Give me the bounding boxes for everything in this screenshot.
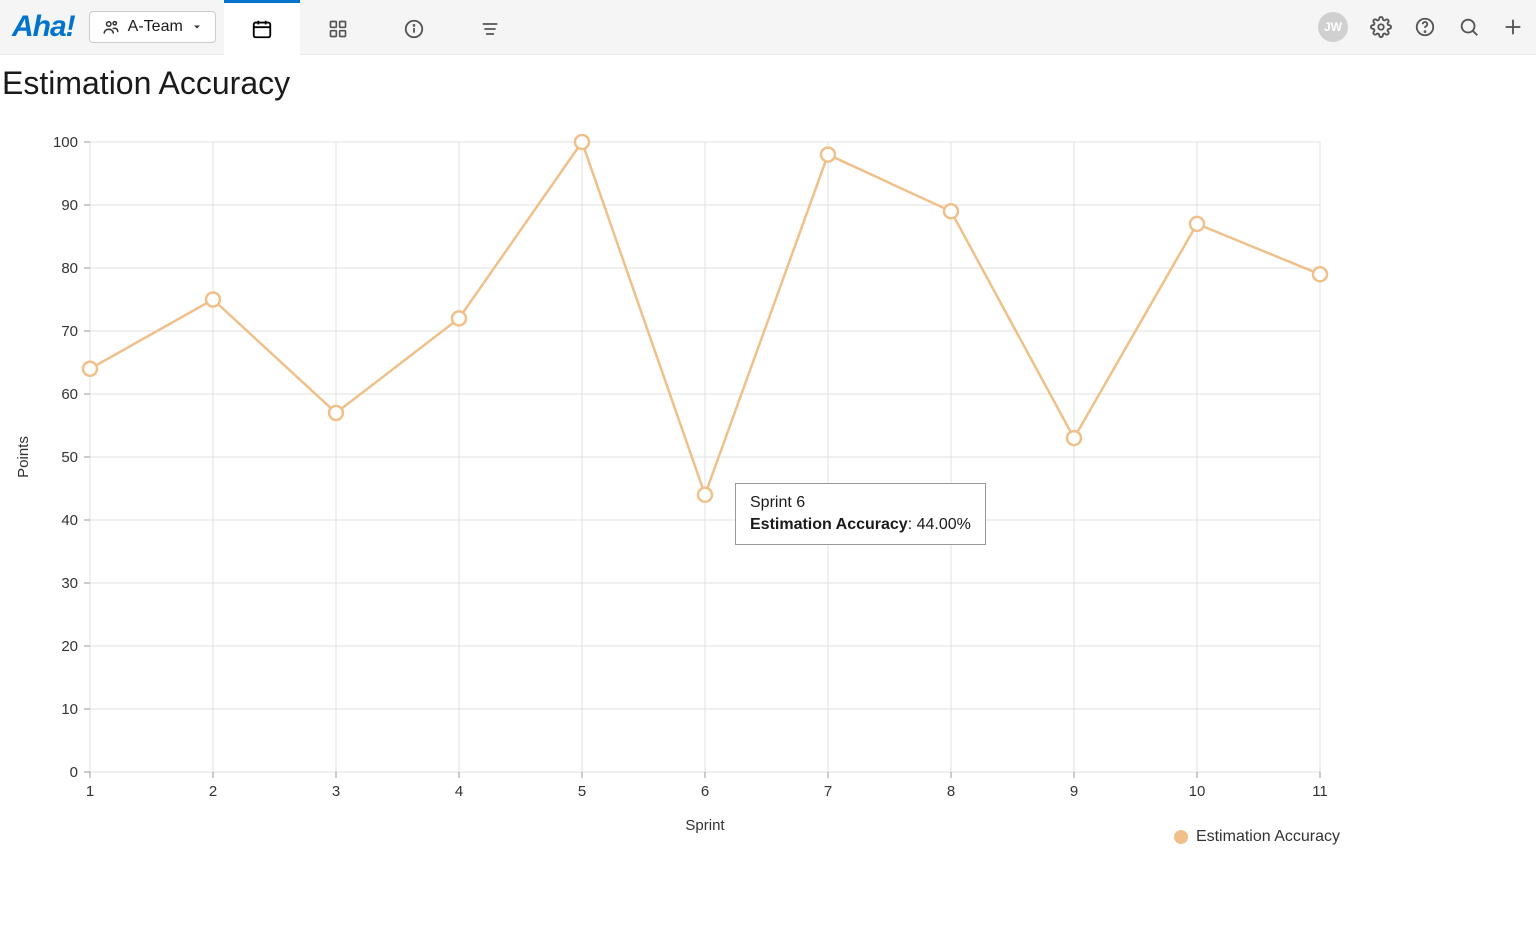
info-icon — [403, 18, 425, 40]
svg-text:90: 90 — [61, 197, 78, 214]
svg-text:6: 6 — [701, 783, 709, 800]
legend-swatch-icon — [1174, 830, 1188, 844]
team-switcher[interactable]: A-Team — [89, 11, 216, 43]
svg-text:80: 80 — [61, 260, 78, 277]
svg-text:30: 30 — [61, 575, 78, 592]
settings-icon[interactable] — [1370, 16, 1392, 38]
svg-text:100: 100 — [53, 134, 78, 151]
svg-text:Points: Points — [15, 436, 32, 478]
toolbar-right: JW — [1318, 12, 1524, 42]
svg-text:9: 9 — [1070, 783, 1078, 800]
search-icon[interactable] — [1458, 16, 1480, 38]
brand-logo: Aha! — [12, 10, 75, 44]
svg-text:0: 0 — [70, 764, 78, 781]
nav-tabs — [224, 0, 528, 55]
caret-down-icon — [191, 21, 203, 33]
nav-reports[interactable] — [452, 0, 528, 55]
team-icon — [102, 18, 120, 36]
legend-series-label: Estimation Accuracy — [1196, 828, 1340, 846]
team-switcher-label: A-Team — [128, 18, 183, 36]
help-icon[interactable] — [1414, 16, 1436, 38]
svg-text:4: 4 — [455, 783, 463, 800]
svg-text:60: 60 — [61, 386, 78, 403]
svg-text:8: 8 — [947, 783, 955, 800]
nav-workspaces[interactable] — [300, 0, 376, 55]
user-avatar[interactable]: JW — [1318, 12, 1348, 42]
svg-text:11: 11 — [1312, 783, 1328, 800]
svg-text:70: 70 — [61, 323, 78, 340]
estimation-accuracy-chart: 0 10 20 30 40 50 60 70 80 90 100 1 2 3 4 5 6 7 8 9 10 11 Sprin… — [10, 112, 1340, 852]
svg-text:1: 1 — [86, 783, 94, 800]
add-icon[interactable] — [1502, 16, 1524, 38]
svg-text:10: 10 — [1189, 783, 1206, 800]
svg-text:Sprint: Sprint — [685, 817, 725, 834]
svg-text:20: 20 — [61, 638, 78, 655]
grid-icon — [328, 19, 348, 39]
calendar-icon — [251, 18, 273, 40]
svg-text:2: 2 — [209, 783, 217, 800]
svg-text:50: 50 — [61, 449, 78, 466]
svg-text:10: 10 — [61, 701, 78, 718]
page-body: Estimation Accuracy 0 10 20 30 40 50 60 70 80 90 1… — [0, 55, 1536, 852]
nav-calendar[interactable] — [224, 0, 300, 55]
svg-text:40: 40 — [61, 512, 78, 529]
chart-legend: Estimation Accuracy — [1174, 828, 1340, 846]
bars-icon — [480, 19, 500, 39]
page-title: Estimation Accuracy — [0, 65, 1536, 102]
svg-text:3: 3 — [332, 783, 340, 800]
nav-info[interactable] — [376, 0, 452, 55]
svg-text:7: 7 — [824, 783, 832, 800]
chart-container: 0 10 20 30 40 50 60 70 80 90 100 1 2 3 4 5 6 7 8 9 10 11 Sprin… — [10, 112, 1340, 852]
svg-text:5: 5 — [578, 783, 586, 800]
top-toolbar: Aha! A-Team — [0, 0, 1536, 55]
